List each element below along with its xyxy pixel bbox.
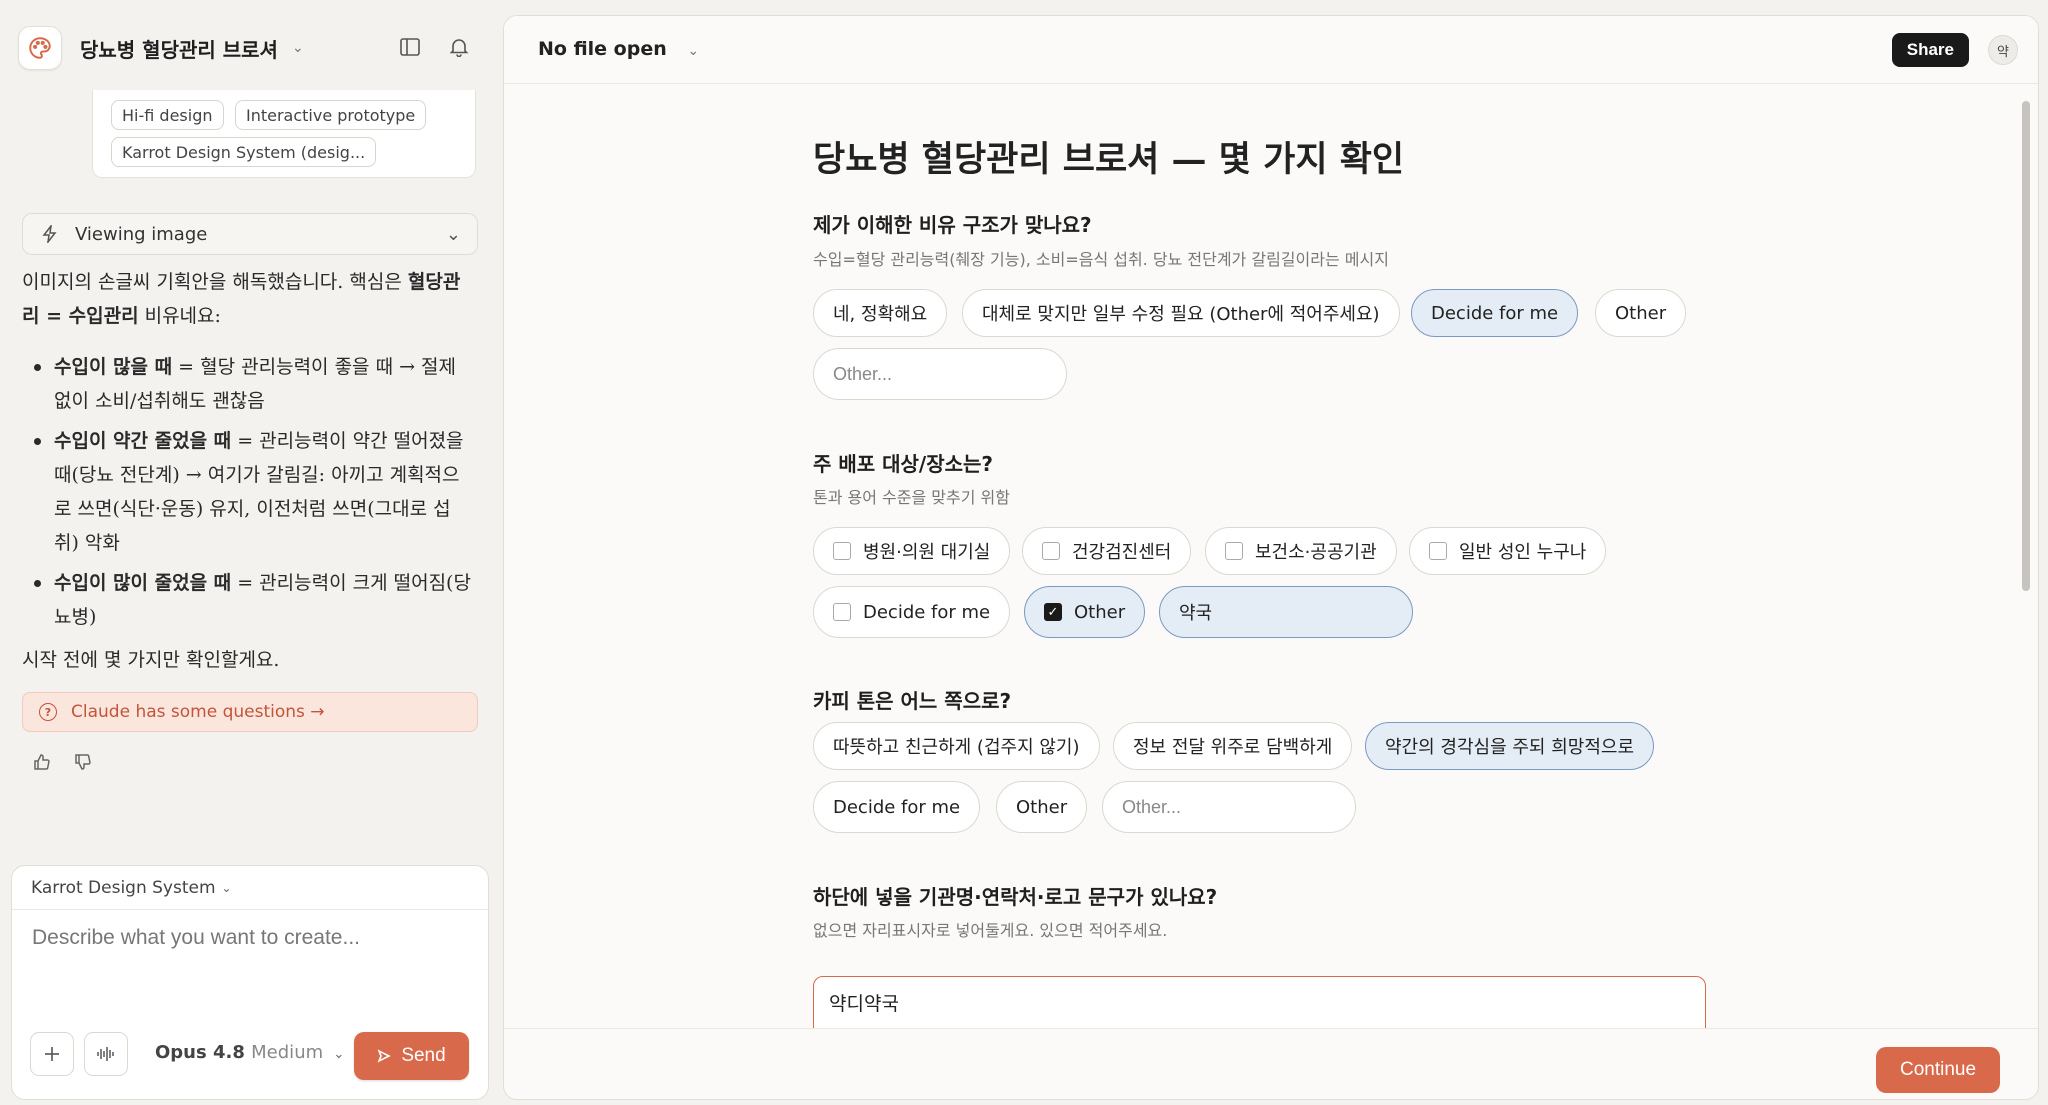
q1-option-partial[interactable]: 대체로 맞지만 일부 수정 필요 (Other에 적어주세요)	[962, 289, 1400, 337]
question-1-subtitle: 수입=혈당 관리능력(췌장 기능), 소비=음식 섭취. 당뇨 전단계가 갈림길…	[813, 250, 1389, 269]
option-label: 병원·의원 대기실	[863, 542, 991, 563]
viewing-label: Viewing image	[75, 223, 208, 245]
message-outro: 시작 전에 몇 가지만 확인할게요.	[22, 649, 280, 671]
checkbox[interactable]	[833, 603, 851, 621]
question-3-title: 카피 톤은 어느 쪽으로?	[813, 689, 1012, 713]
send-button[interactable]: Send	[354, 1032, 469, 1080]
q2-option-other[interactable]: ✓ Other	[1024, 586, 1146, 638]
intro-text-end: 비유네요:	[138, 305, 221, 327]
prompt-input[interactable]	[32, 926, 472, 950]
add-attachment-button[interactable]	[30, 1032, 74, 1076]
send-label: Send	[401, 1045, 446, 1066]
q3-other-input[interactable]	[1102, 781, 1356, 833]
project-title[interactable]: 당뇨병 혈당관리 브로셔	[80, 34, 278, 63]
chevron-down-icon: ⌄	[221, 880, 232, 895]
option-label: Other	[1074, 601, 1126, 623]
viewing-image-toggle[interactable]: Viewing image ⌄	[22, 213, 478, 255]
message-bullets: 수입이 많을 때 = 혈당 관리능력이 좋을 때 → 절제 없이 소비/섭취해도…	[22, 350, 474, 640]
checkbox[interactable]	[1225, 542, 1243, 560]
avatar[interactable]: 약	[1988, 35, 2018, 65]
design-system-selector[interactable]: Karrot Design System ⌄	[12, 866, 488, 910]
question-2-subtitle: 톤과 용어 수준을 맞추기 위함	[813, 488, 1010, 507]
tag-interactive-prototype: Interactive prototype	[235, 100, 427, 130]
option-label: 보건소·공공기관	[1255, 542, 1377, 563]
q2-option-general[interactable]: 일반 성인 누구나	[1409, 527, 1607, 575]
q3-option-plain[interactable]: 정보 전달 위주로 담백하게	[1113, 722, 1353, 770]
option-label: 건강검진센터	[1072, 542, 1172, 563]
option-label: 일반 성인 누구나	[1459, 542, 1587, 563]
checkbox[interactable]	[1042, 542, 1060, 560]
send-icon	[377, 1049, 392, 1063]
panel-footer: Continue	[504, 1028, 2038, 1099]
share-button[interactable]: Share	[1891, 33, 1969, 67]
q1-other-input[interactable]	[813, 348, 1067, 400]
model-name: Opus 4.8	[155, 1042, 245, 1063]
model-effort: Medium	[251, 1042, 324, 1063]
q2-option-clinic[interactable]: 병원·의원 대기실	[813, 527, 1011, 575]
chevron-down-icon: ⌄	[687, 43, 700, 59]
checkbox[interactable]	[1429, 542, 1447, 560]
q2-other-input[interactable]	[1159, 586, 1413, 638]
palette-icon[interactable]	[18, 26, 62, 70]
sidebar-toggle-icon[interactable]	[396, 33, 424, 61]
panel-header: No file open ⌄ Share 약	[504, 16, 2038, 84]
message-intro: 이미지의 손글씨 기획안을 해독했습니다. 핵심은 혈당관리 = 수입관리 비유…	[22, 265, 474, 333]
list-item: 수입이 많을 때 = 혈당 관리능력이 좋을 때 → 절제 없이 소비/섭취해도…	[22, 350, 474, 418]
q3-option-decide[interactable]: Decide for me	[813, 781, 981, 833]
questions-link[interactable]: ? Claude has some questions →	[22, 692, 478, 732]
question-4-subtitle: 없으면 자리표시자로 넣어둘게요. 있으면 적어주세요.	[813, 921, 1168, 940]
bullet-bold: 수입이 많이 줄었을 때	[54, 572, 232, 594]
design-system-label: Karrot Design System	[31, 877, 216, 898]
question-4-title: 하단에 넣을 기관명·연락처·로고 문구가 있나요?	[813, 885, 1218, 909]
question-icon: ?	[39, 703, 57, 721]
page-title: 당뇨병 혈당관리 브로셔 — 몇 가지 확인	[813, 139, 1405, 180]
list-item: 수입이 많이 줄었을 때 = 관리능력이 크게 떨어짐(당뇨병)	[22, 566, 474, 634]
checkbox-checked[interactable]: ✓	[1044, 603, 1062, 621]
q3-option-hopeful[interactable]: 약간의 경각심을 주되 희망적으로	[1365, 722, 1655, 770]
checkbox[interactable]	[833, 542, 851, 560]
q3-option-warm[interactable]: 따뜻하고 친근하게 (겁주지 않기)	[813, 722, 1100, 770]
list-item: 수입이 약간 줄었을 때 = 관리능력이 약간 떨어졌을 때(당뇨 전단계) →…	[22, 424, 474, 560]
q2-option-public[interactable]: 보건소·공공기관	[1205, 527, 1397, 575]
option-label: Decide for me	[863, 601, 991, 623]
project-tags-card: Hi-fi design Interactive prototype Karro…	[92, 90, 476, 178]
q4-text-input[interactable]	[813, 976, 1706, 1028]
q1-option-yes[interactable]: 네, 정확해요	[813, 289, 948, 337]
q1-option-other[interactable]: Other	[1595, 289, 1687, 337]
chat-sidebar: 당뇨병 혈당관리 브로셔 ⌄ Hi-fi design Interactive …	[0, 0, 500, 1105]
bullet-bold: 수입이 약간 줄었을 때	[54, 430, 232, 452]
bell-icon[interactable]	[445, 33, 473, 61]
form-content: 당뇨병 혈당관리 브로셔 — 몇 가지 확인 제가 이해한 비유 구조가 맞나요…	[504, 84, 2038, 1028]
tag-design-system: Karrot Design System (desig...	[111, 137, 377, 167]
thumbs-down-icon[interactable]	[71, 750, 95, 774]
tag-hifi-design: Hi-fi design	[111, 100, 224, 130]
q1-option-decide[interactable]: Decide for me	[1411, 289, 1579, 337]
q2-option-checkup[interactable]: 건강검진센터	[1022, 527, 1192, 575]
q2-option-decide[interactable]: Decide for me	[813, 586, 1011, 638]
waveform-icon	[97, 1047, 114, 1061]
questions-label: Claude has some questions →	[71, 702, 325, 722]
chevron-down-icon[interactable]: ⌄	[292, 40, 304, 56]
question-1-title: 제가 이해한 비유 구조가 맞나요?	[813, 213, 1092, 237]
file-label: No file open	[538, 38, 667, 60]
question-2-title: 주 배포 대상/장소는?	[813, 452, 994, 476]
scrollbar[interactable]	[2022, 101, 2030, 591]
thumbs-up-icon[interactable]	[30, 750, 54, 774]
model-selector[interactable]: Opus 4.8 Medium ⌄	[155, 1042, 344, 1063]
intro-text: 이미지의 손글씨 기획안을 해독했습니다. 핵심은	[22, 271, 402, 293]
lightning-icon	[42, 225, 57, 243]
file-selector[interactable]: No file open ⌄	[538, 38, 699, 60]
chevron-down-icon: ⌄	[333, 1047, 345, 1062]
continue-button[interactable]: Continue	[1876, 1047, 2000, 1093]
q3-option-other[interactable]: Other	[996, 781, 1088, 833]
bullet-bold: 수입이 많을 때	[54, 356, 173, 378]
chevron-down-icon: ⌄	[445, 223, 461, 245]
voice-input-button[interactable]	[84, 1032, 128, 1076]
questions-panel: No file open ⌄ Share 약 당뇨병 혈당관리 브로셔 — 몇 …	[503, 15, 2039, 1100]
